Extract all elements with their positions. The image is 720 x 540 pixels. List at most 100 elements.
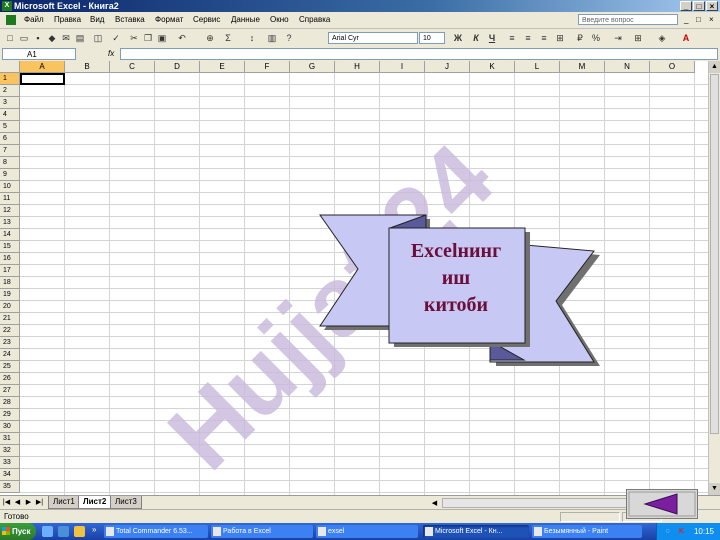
formula-input[interactable]: [120, 48, 718, 60]
sheet-tab-2[interactable]: Лист2: [78, 496, 112, 509]
row-header[interactable]: 7: [0, 145, 20, 157]
quicklaunch-ie-icon[interactable]: [58, 526, 69, 537]
doc-close-button[interactable]: ×: [709, 12, 714, 28]
quicklaunch-media-icon[interactable]: [74, 526, 85, 537]
column-header[interactable]: K: [470, 61, 515, 73]
menu-tools[interactable]: Сервис: [193, 12, 220, 28]
close-button[interactable]: ×: [706, 1, 718, 11]
scroll-left-arrow-icon[interactable]: ◀: [430, 498, 439, 509]
font-color-icon[interactable]: A: [680, 32, 692, 44]
email-icon[interactable]: ✉: [60, 32, 72, 44]
column-header[interactable]: A: [20, 61, 65, 73]
doc-minimize-button[interactable]: _: [684, 12, 688, 28]
tray-keyboard-icon[interactable]: K: [677, 527, 686, 536]
align-left-icon[interactable]: ≡: [506, 32, 518, 44]
undo-icon[interactable]: ↶: [176, 32, 188, 44]
row-header[interactable]: 21: [0, 313, 20, 325]
row-header[interactable]: 31: [0, 433, 20, 445]
row-header[interactable]: 18: [0, 277, 20, 289]
scroll-up-arrow-icon[interactable]: ▲: [709, 61, 720, 73]
menu-file[interactable]: Файл: [24, 12, 44, 28]
quicklaunch-browser-icon[interactable]: [42, 526, 53, 537]
sheet-tab-1[interactable]: Лист1: [48, 496, 80, 509]
row-header[interactable]: 5: [0, 121, 20, 133]
doc-restore-button[interactable]: □: [696, 12, 701, 28]
menu-window[interactable]: Окно: [270, 12, 289, 28]
cell-gridlines[interactable]: [20, 73, 708, 495]
print-icon[interactable]: ▤: [74, 32, 86, 44]
menu-format[interactable]: Формат: [155, 12, 183, 28]
row-header[interactable]: 29: [0, 409, 20, 421]
row-header[interactable]: 16: [0, 253, 20, 265]
menu-insert[interactable]: Вставка: [115, 12, 145, 28]
tray-network-icon[interactable]: ◌: [663, 527, 672, 536]
vertical-scrollbar[interactable]: ▲ ▼: [708, 61, 720, 495]
open-icon[interactable]: ▭: [18, 32, 30, 44]
quicklaunch-more-icon[interactable]: »: [92, 525, 96, 534]
row-header[interactable]: 19: [0, 289, 20, 301]
save-icon[interactable]: ▪: [32, 32, 44, 44]
column-header[interactable]: F: [245, 61, 290, 73]
merge-center-icon[interactable]: ⊞: [554, 32, 566, 44]
worksheet-grid[interactable]: ABCDEFGHIJKLMNO 1 2 3 4 5 6 7 8 9 10 11 12 13 14 15 16 1…: [0, 61, 708, 495]
row-header[interactable]: 1: [0, 73, 20, 85]
next-sheet-arrow-icon[interactable]: ▶: [24, 497, 33, 508]
row-header[interactable]: 2: [0, 85, 20, 97]
copy-icon[interactable]: ❐: [142, 32, 154, 44]
cut-icon[interactable]: ✂: [128, 32, 140, 44]
row-header[interactable]: 23: [0, 337, 20, 349]
active-cell-a1[interactable]: [20, 73, 65, 85]
row-header[interactable]: 6: [0, 133, 20, 145]
permission-icon[interactable]: ◆: [46, 32, 58, 44]
menu-help[interactable]: Справка: [299, 12, 330, 28]
fill-color-icon[interactable]: ◈: [656, 32, 668, 44]
row-header[interactable]: 9: [0, 169, 20, 181]
underline-button[interactable]: Ч: [486, 32, 498, 44]
sheet-tab-3[interactable]: Лист3: [110, 496, 142, 509]
column-header[interactable]: C: [110, 61, 155, 73]
menu-edit[interactable]: Правка: [54, 12, 81, 28]
row-header[interactable]: 33: [0, 457, 20, 469]
document-icon[interactable]: [6, 15, 16, 25]
minimize-button[interactable]: _: [680, 1, 692, 11]
row-header[interactable]: 3: [0, 97, 20, 109]
autosum-icon[interactable]: Σ: [222, 32, 234, 44]
align-right-icon[interactable]: ≡: [538, 32, 550, 44]
fx-icon[interactable]: fx: [108, 48, 114, 60]
column-header[interactable]: L: [515, 61, 560, 73]
row-header[interactable]: 25: [0, 361, 20, 373]
maximize-button[interactable]: □: [693, 1, 705, 11]
hyperlink-icon[interactable]: ⊕: [204, 32, 216, 44]
column-header[interactable]: G: [290, 61, 335, 73]
last-sheet-arrow-icon[interactable]: ▶|: [35, 497, 44, 508]
select-all-corner[interactable]: [0, 61, 20, 73]
row-header[interactable]: 24: [0, 349, 20, 361]
font-size-select[interactable]: 10: [419, 32, 445, 44]
sort-icon[interactable]: ↕: [246, 32, 258, 44]
horizontal-scroll-thumb[interactable]: [442, 498, 632, 508]
start-button[interactable]: Пуск: [0, 523, 36, 540]
row-header[interactable]: 11: [0, 193, 20, 205]
row-header[interactable]: 13: [0, 217, 20, 229]
row-header[interactable]: 17: [0, 265, 20, 277]
name-box[interactable]: A1: [2, 48, 76, 60]
italic-button[interactable]: К: [470, 32, 482, 44]
task-rabota-v-excel[interactable]: Работа в Excel: [211, 525, 313, 538]
font-name-select[interactable]: Arial Cyr: [328, 32, 418, 44]
borders-icon[interactable]: ⊞: [632, 32, 644, 44]
column-header[interactable]: O: [650, 61, 695, 73]
row-header[interactable]: 4: [0, 109, 20, 121]
task-microsoft-excel[interactable]: Microsoft Excel - Кн...: [423, 525, 529, 538]
column-header[interactable]: H: [335, 61, 380, 73]
row-header[interactable]: 26: [0, 373, 20, 385]
menu-view[interactable]: Вид: [90, 12, 104, 28]
column-header[interactable]: I: [380, 61, 425, 73]
percent-button[interactable]: %: [590, 32, 602, 44]
row-header[interactable]: 27: [0, 385, 20, 397]
bold-button[interactable]: Ж: [452, 32, 464, 44]
indent-icon[interactable]: ⇥: [612, 32, 624, 44]
row-header[interactable]: 32: [0, 445, 20, 457]
row-header[interactable]: 10: [0, 181, 20, 193]
row-header[interactable]: 12: [0, 205, 20, 217]
row-header[interactable]: 35: [0, 481, 20, 493]
